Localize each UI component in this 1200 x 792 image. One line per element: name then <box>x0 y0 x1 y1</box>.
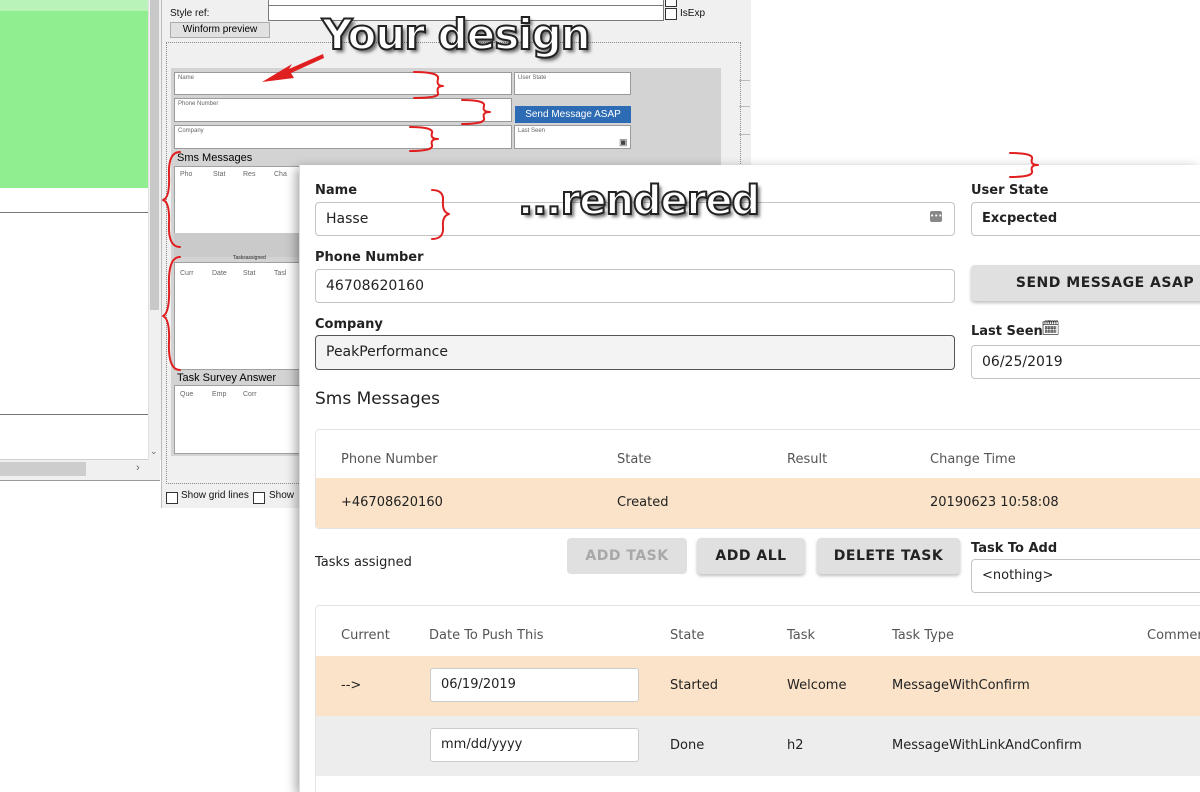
rendered-title: ...rendered <box>517 177 761 225</box>
brace-mark <box>409 126 439 152</box>
annotation-marks <box>162 54 1039 371</box>
your-design-title: Your design <box>321 9 592 60</box>
brace-mark <box>1009 152 1039 178</box>
brace-mark <box>413 71 444 99</box>
brace-mark <box>431 189 450 240</box>
arrow-mark <box>262 54 324 82</box>
brace-mark <box>162 151 181 248</box>
brace-mark <box>162 256 181 371</box>
brace-mark <box>461 99 491 125</box>
